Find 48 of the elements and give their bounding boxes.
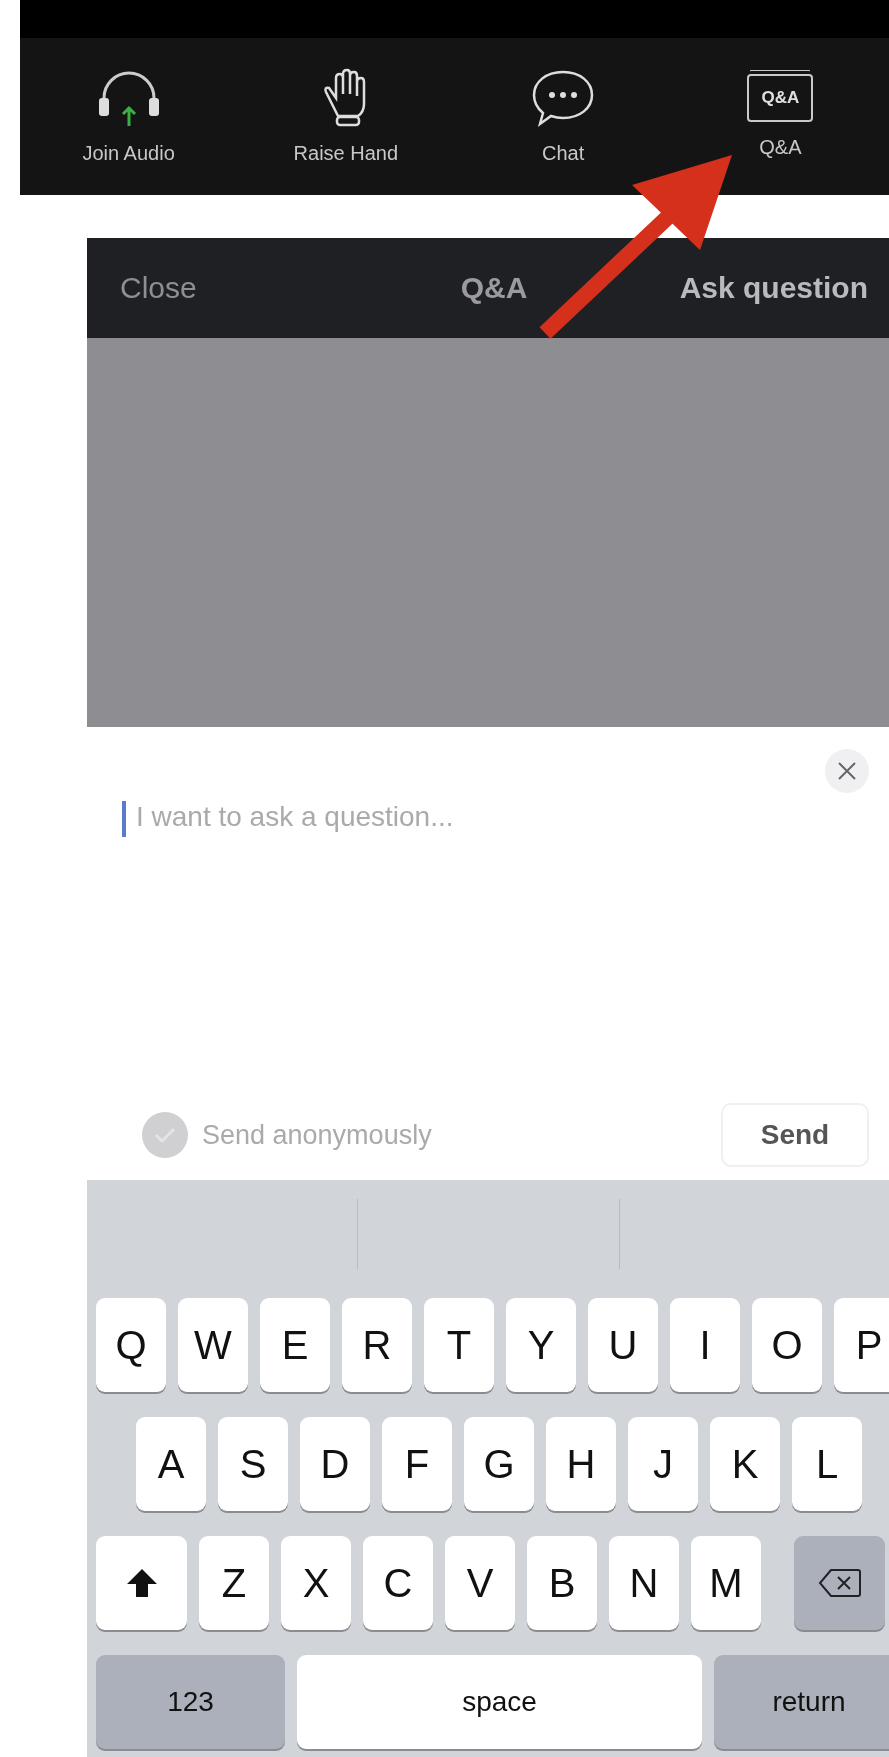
- keyboard-key[interactable]: G: [464, 1417, 534, 1511]
- close-button[interactable]: [825, 749, 869, 793]
- toolbar-label: Q&A: [759, 136, 802, 159]
- keyboard-key[interactable]: Z: [199, 1536, 269, 1630]
- toolbar-button[interactable]: Raise Hand: [237, 38, 455, 195]
- toolbar-label: Chat: [542, 142, 585, 165]
- keyboard-key[interactable]: K: [710, 1417, 780, 1511]
- keyboard-key[interactable]: Y: [506, 1298, 576, 1392]
- return-key[interactable]: return: [714, 1655, 889, 1749]
- keyboard-key[interactable]: P: [834, 1298, 889, 1392]
- keyboard-key[interactable]: L: [792, 1417, 862, 1511]
- toolbar-label: Raise Hand: [293, 142, 399, 165]
- anonymous-label: Send anonymously: [202, 1119, 432, 1151]
- nav-title: Q&A: [460, 271, 528, 305]
- keyboard-key[interactable]: W: [178, 1298, 248, 1392]
- send-button[interactable]: Send: [721, 1103, 869, 1167]
- keyboard-key[interactable]: H: [546, 1417, 616, 1511]
- keyboard-key[interactable]: N: [609, 1536, 679, 1630]
- backspace-icon: [817, 1568, 862, 1598]
- toolbar-label: Join Audio: [82, 142, 175, 165]
- keyboard-key[interactable]: X: [281, 1536, 351, 1630]
- close-icon: [837, 761, 857, 781]
- keyboard-key[interactable]: V: [445, 1536, 515, 1630]
- keyboard-key[interactable]: C: [363, 1536, 433, 1630]
- keyboard-key[interactable]: J: [628, 1417, 698, 1511]
- shift-key[interactable]: [96, 1536, 187, 1630]
- keyboard-key[interactable]: F: [382, 1417, 452, 1511]
- keyboard-key[interactable]: M: [691, 1536, 761, 1630]
- numbers-key[interactable]: 123: [96, 1655, 285, 1749]
- toolbar-button[interactable]: Join Audio: [20, 38, 238, 195]
- space-key[interactable]: space: [297, 1655, 702, 1749]
- toolbar-button[interactable]: Q&A Q&A: [671, 38, 889, 195]
- keyboard-key[interactable]: B: [527, 1536, 597, 1630]
- keyboard-key[interactable]: O: [752, 1298, 822, 1392]
- keyboard-key[interactable]: S: [218, 1417, 288, 1511]
- keyboard-key[interactable]: T: [424, 1298, 494, 1392]
- keyboard-key[interactable]: E: [260, 1298, 330, 1392]
- anonymous-checkbox[interactable]: [142, 1112, 188, 1158]
- delete-key[interactable]: [794, 1536, 885, 1630]
- keyboard-key[interactable]: R: [342, 1298, 412, 1392]
- keyboard-key[interactable]: A: [136, 1417, 206, 1511]
- close-link[interactable]: Close: [120, 271, 461, 305]
- keyboard-key[interactable]: I: [670, 1298, 740, 1392]
- keyboard-key[interactable]: D: [300, 1417, 370, 1511]
- keyboard-key[interactable]: U: [588, 1298, 658, 1392]
- keyboard-key[interactable]: Q: [96, 1298, 166, 1392]
- ask-question-link[interactable]: Ask question: [679, 271, 868, 305]
- toolbar-button[interactable]: Chat: [454, 38, 672, 195]
